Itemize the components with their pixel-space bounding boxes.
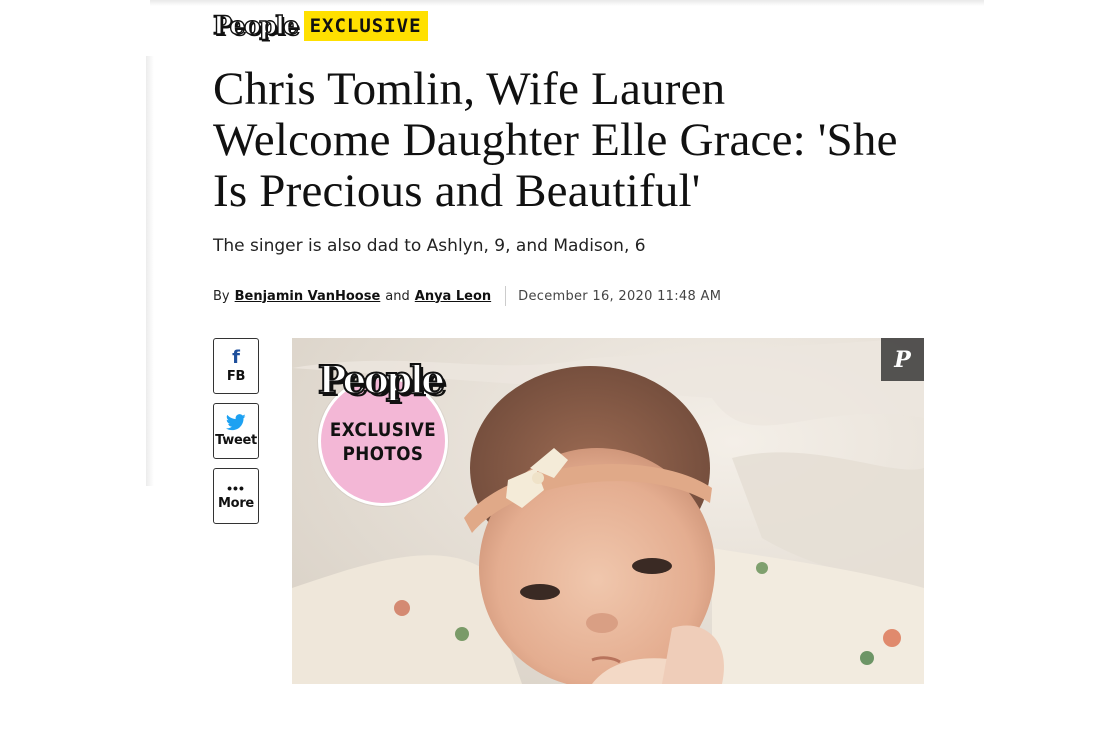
badge-line-exclusive: EXCLUSIVE (329, 419, 437, 441)
article-headline: Chris Tomlin, Wife Lauren Welcome Daught… (213, 63, 898, 217)
pinterest-pin-button[interactable]: P (881, 338, 924, 381)
share-facebook-button[interactable]: f FB (213, 338, 259, 394)
author-link-1[interactable]: Benjamin VanHoose (235, 289, 381, 304)
publish-date: December 16, 2020 11:48 AM (518, 288, 722, 304)
share-more-button[interactable]: ••• More (213, 468, 259, 524)
people-exclusive-photos-badge: People EXCLUSIVE PHOTOS (310, 357, 450, 506)
article-hero-photo: People EXCLUSIVE PHOTOS P (292, 338, 924, 684)
byline: By Benjamin VanHoose and Anya Leon Decem… (213, 286, 721, 306)
byline-divider (505, 286, 507, 306)
people-logo[interactable]: People (212, 10, 299, 42)
facebook-icon: f (232, 346, 240, 368)
badge-line-photos: PHOTOS (342, 443, 424, 465)
brand-header: People EXCLUSIVE (212, 10, 428, 42)
byline-by: By (213, 288, 230, 304)
share-twitter-label: Tweet (215, 433, 257, 448)
share-twitter-button[interactable]: Tweet (213, 403, 259, 459)
share-more-label: More (218, 495, 254, 511)
byline-and: and (385, 288, 410, 304)
more-dots-icon: ••• (227, 479, 245, 496)
share-facebook-label: FB (226, 368, 246, 384)
twitter-icon (226, 414, 246, 431)
pinterest-icon: P (894, 346, 911, 373)
top-divider (150, 0, 984, 6)
author-link-2[interactable]: Anya Leon (415, 289, 491, 304)
article-dek: The singer is also dad to Ashlyn, 9, and… (213, 236, 646, 256)
badge-people-logo: People (317, 357, 446, 403)
page-edge-shadow (146, 56, 154, 486)
exclusive-tag: EXCLUSIVE (303, 11, 428, 41)
